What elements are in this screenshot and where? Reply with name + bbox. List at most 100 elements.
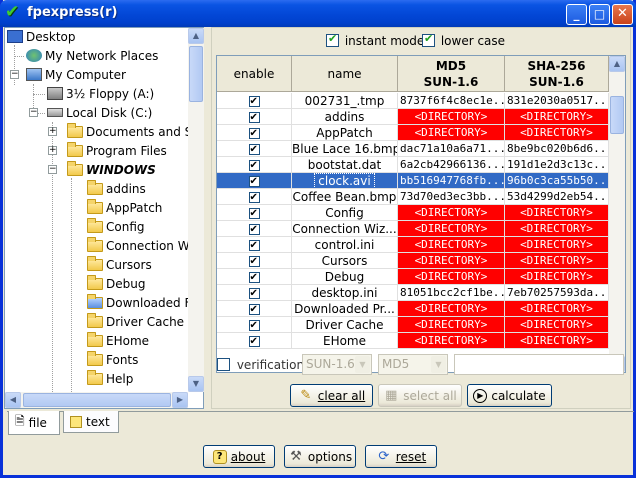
row-enable-checkbox[interactable] bbox=[248, 302, 260, 316]
sha256-cell[interactable]: <DIRECTORY> bbox=[505, 221, 609, 237]
enable-cell[interactable] bbox=[217, 253, 292, 269]
verification-checkbox[interactable] bbox=[217, 358, 230, 371]
tree-item-mycomputer[interactable]: My Computer bbox=[26, 66, 126, 85]
table-row[interactable]: addins <DIRECTORY><DIRECTORY> bbox=[217, 109, 609, 125]
tree-item-network[interactable]: My Network Places bbox=[26, 47, 158, 66]
enable-cell[interactable] bbox=[217, 93, 292, 109]
enable-cell[interactable] bbox=[217, 333, 292, 349]
row-enable-checkbox[interactable] bbox=[248, 206, 260, 220]
md5-cell[interactable]: 81051bcc2cf1be... bbox=[398, 285, 505, 301]
table-row[interactable]: AppPatch <DIRECTORY><DIRECTORY> bbox=[217, 125, 609, 141]
table-row[interactable]: EHome <DIRECTORY><DIRECTORY> bbox=[217, 333, 609, 349]
about-button[interactable]: ? about bbox=[203, 445, 275, 468]
table-row[interactable]: 002731_.tmp 8737f6f4c8ec1e...831e2030a051… bbox=[217, 93, 609, 109]
tree-item-programfiles[interactable]: Program Files bbox=[67, 142, 167, 161]
table-row[interactable]: bootstat.dat 6a2cb42966136...191d1e2d3c13… bbox=[217, 157, 609, 173]
table-row[interactable]: clock.avi bb516947768fb...96b0c3ca55b50..… bbox=[217, 173, 609, 189]
sha256-cell[interactable]: 831e2030a0517... bbox=[505, 93, 609, 109]
tree-item-drivercache[interactable]: Driver Cache bbox=[87, 313, 184, 332]
collapse-localdisk-toggle[interactable]: − bbox=[29, 108, 38, 117]
tree-item-help[interactable]: Help bbox=[87, 370, 133, 389]
sha256-cell[interactable]: <DIRECTORY> bbox=[505, 109, 609, 125]
verification-hash-input[interactable] bbox=[454, 354, 624, 375]
row-enable-checkbox[interactable] bbox=[248, 254, 260, 268]
tree-item-fonts[interactable]: Fonts bbox=[87, 351, 138, 370]
md5-cell[interactable]: 73d70ed3ec3bb... bbox=[398, 189, 505, 205]
lower-case-checkbox[interactable] bbox=[422, 32, 435, 47]
sha256-cell[interactable]: <DIRECTORY> bbox=[505, 301, 609, 317]
md5-cell[interactable]: <DIRECTORY> bbox=[398, 301, 505, 317]
md5-cell[interactable]: <DIRECTORY> bbox=[398, 109, 505, 125]
name-cell[interactable]: Config bbox=[292, 205, 398, 221]
sha256-cell[interactable]: <DIRECTORY> bbox=[505, 205, 609, 221]
name-cell[interactable]: Blue Lace 16.bmp bbox=[292, 141, 398, 157]
tree-horizontal-scrollbar[interactable]: ◀ ▶ bbox=[5, 392, 188, 408]
hash-table[interactable]: enable name MD5 SUN-1.6 SHA-256 SUN-1.6 … bbox=[216, 55, 626, 373]
table-vertical-scrollbar[interactable]: ▲ ▼ bbox=[609, 56, 625, 372]
tree-item-ehome[interactable]: EHome bbox=[87, 332, 149, 351]
close-button[interactable]: ✕ bbox=[612, 4, 633, 25]
name-cell[interactable]: clock.avi bbox=[292, 173, 398, 189]
reset-button[interactable]: ⟳ reset bbox=[365, 445, 437, 468]
instant-mode-option[interactable]: instant mode bbox=[326, 32, 424, 48]
md5-cell[interactable]: <DIRECTORY> bbox=[398, 205, 505, 221]
row-enable-checkbox[interactable] bbox=[248, 286, 260, 300]
row-enable-checkbox[interactable] bbox=[248, 158, 260, 172]
enable-cell[interactable] bbox=[217, 157, 292, 173]
enable-cell[interactable] bbox=[217, 125, 292, 141]
enable-cell[interactable] bbox=[217, 109, 292, 125]
name-cell[interactable]: addins bbox=[292, 109, 398, 125]
table-row[interactable]: control.ini <DIRECTORY><DIRECTORY> bbox=[217, 237, 609, 253]
col-header-enable[interactable]: enable bbox=[217, 56, 292, 92]
tree-item-addins[interactable]: addins bbox=[87, 180, 146, 199]
collapse-windows-toggle[interactable]: − bbox=[48, 165, 57, 174]
tree-item-desktop[interactable]: Desktop bbox=[7, 28, 76, 47]
expand-documents-toggle[interactable]: + bbox=[48, 127, 57, 136]
md5-cell[interactable]: <DIRECTORY> bbox=[398, 253, 505, 269]
sha256-cell[interactable]: 7eb70257593da... bbox=[505, 285, 609, 301]
enable-cell[interactable] bbox=[217, 205, 292, 221]
md5-cell[interactable]: <DIRECTORY> bbox=[398, 269, 505, 285]
enable-cell[interactable] bbox=[217, 173, 292, 189]
enable-cell[interactable] bbox=[217, 317, 292, 333]
verification-option[interactable]: verification bbox=[217, 358, 304, 372]
select-all-button[interactable]: ▦ select all bbox=[378, 384, 462, 407]
md5-cell[interactable]: <DIRECTORY> bbox=[398, 333, 505, 349]
scroll-up-arrow-icon[interactable]: ▲ bbox=[609, 56, 625, 72]
sha256-cell[interactable]: 191d1e2d3c13c... bbox=[505, 157, 609, 173]
row-enable-checkbox[interactable] bbox=[248, 174, 260, 188]
collapse-mycomputer-toggle[interactable]: − bbox=[10, 70, 19, 79]
md5-cell[interactable]: 8737f6f4c8ec1e... bbox=[398, 93, 505, 109]
tree-vertical-scrollbar[interactable]: ▲ ▼ bbox=[188, 28, 204, 392]
sha256-cell[interactable]: <DIRECTORY> bbox=[505, 253, 609, 269]
name-cell[interactable]: control.ini bbox=[292, 237, 398, 253]
tree-item-debug[interactable]: Debug bbox=[87, 275, 145, 294]
enable-cell[interactable] bbox=[217, 237, 292, 253]
md5-cell[interactable]: <DIRECTORY> bbox=[398, 317, 505, 333]
folder-tree[interactable]: Desktop My Network Places − My Computer … bbox=[4, 27, 204, 409]
name-cell[interactable]: Coffee Bean.bmp bbox=[292, 189, 398, 205]
minimize-button[interactable]: _ bbox=[566, 4, 587, 25]
tree-hscroll-thumb[interactable] bbox=[23, 393, 171, 407]
table-row[interactable]: Coffee Bean.bmp73d70ed3ec3bb...53d4299d2… bbox=[217, 189, 609, 205]
scroll-right-arrow-icon[interactable]: ▶ bbox=[172, 392, 188, 408]
md5-cell[interactable]: dac71a10a6a71... bbox=[398, 141, 505, 157]
sha256-cell[interactable]: <DIRECTORY> bbox=[505, 269, 609, 285]
sha256-cell[interactable]: 96b0c3ca55b50... bbox=[505, 173, 609, 189]
table-row[interactable]: Cursors <DIRECTORY><DIRECTORY> bbox=[217, 253, 609, 269]
name-cell[interactable]: 002731_.tmp bbox=[292, 93, 398, 109]
row-enable-checkbox[interactable] bbox=[248, 238, 260, 252]
row-enable-checkbox[interactable] bbox=[248, 110, 260, 124]
col-header-name[interactable]: name bbox=[292, 56, 398, 92]
tree-item-localdisk[interactable]: Local Disk (C:) bbox=[47, 104, 152, 123]
md5-cell[interactable]: <DIRECTORY> bbox=[398, 237, 505, 253]
clear-all-button[interactable]: ✎ clear all bbox=[290, 384, 373, 407]
table-row[interactable]: Debug <DIRECTORY><DIRECTORY> bbox=[217, 269, 609, 285]
table-row[interactable]: Downloaded Pr...<DIRECTORY><DIRECTORY> bbox=[217, 301, 609, 317]
col-header-md5[interactable]: MD5 SUN-1.6 bbox=[398, 56, 505, 92]
tree-item-connection[interactable]: Connection W bbox=[87, 237, 189, 256]
sha256-cell[interactable]: <DIRECTORY> bbox=[505, 333, 609, 349]
name-cell[interactable]: Debug bbox=[292, 269, 398, 285]
name-cell[interactable]: bootstat.dat bbox=[292, 157, 398, 173]
name-cell[interactable]: AppPatch bbox=[292, 125, 398, 141]
